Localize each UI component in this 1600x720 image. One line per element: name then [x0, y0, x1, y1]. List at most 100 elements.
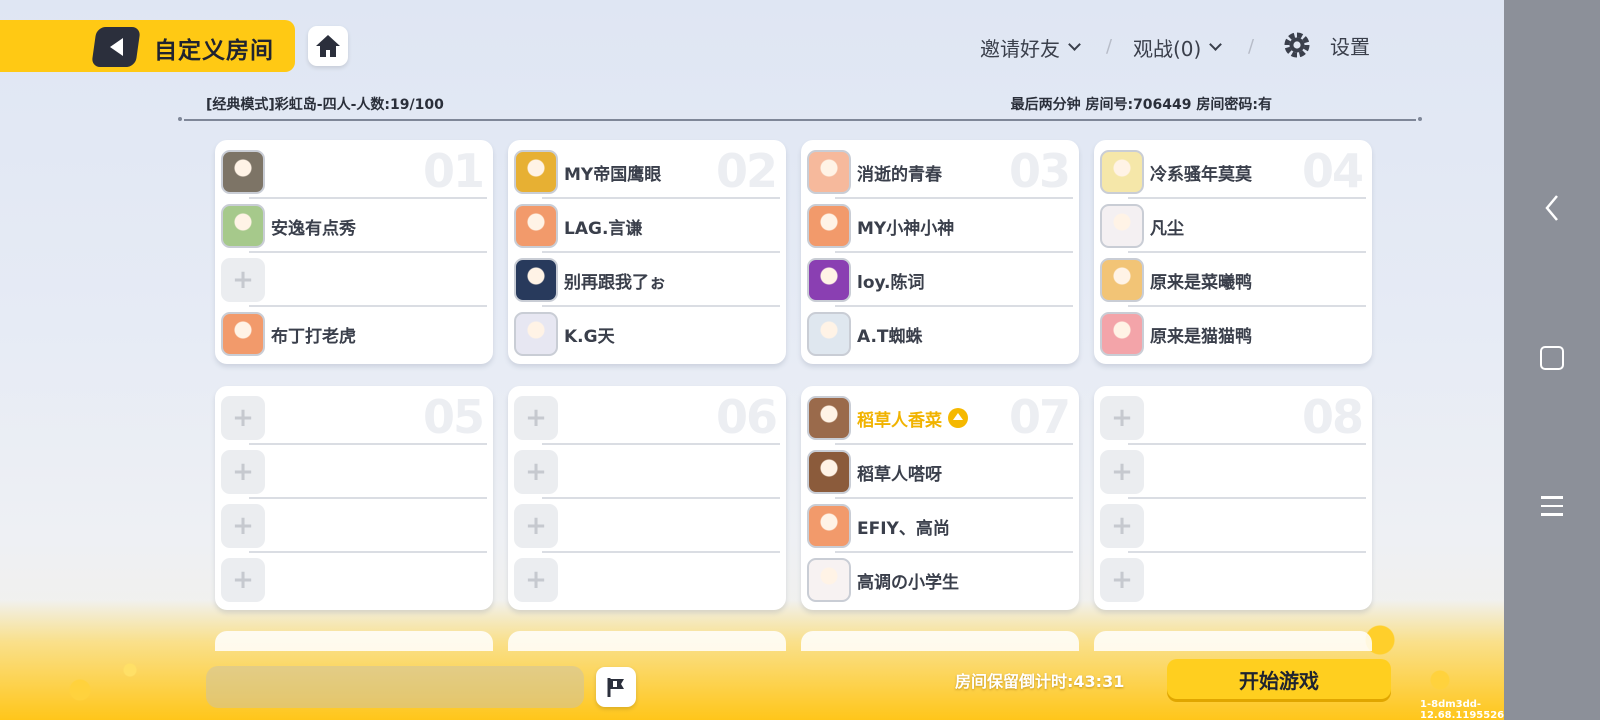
empty-slot[interactable]: +: [514, 394, 780, 442]
empty-slot[interactable]: +: [1100, 556, 1366, 604]
slot-divider: [542, 551, 780, 553]
player-avatar: [807, 312, 851, 356]
add-player-icon[interactable]: +: [1100, 396, 1144, 440]
start-game-button[interactable]: 开始游戏: [1167, 659, 1391, 699]
player-name: K.G天: [564, 326, 615, 347]
player-slot[interactable]: 原来是菜曦鸭: [1100, 256, 1366, 304]
slot-divider: [835, 497, 1073, 499]
add-player-icon[interactable]: +: [514, 558, 558, 602]
invite-friends-menu[interactable]: 邀请好友: [980, 33, 1081, 62]
player-slot[interactable]: 凡尘: [1100, 202, 1366, 250]
slot-divider: [249, 551, 487, 553]
empty-slot[interactable]: +: [1100, 502, 1366, 550]
player-slot[interactable]: EFIY、高尚: [807, 502, 1073, 550]
slot-divider: [249, 197, 487, 199]
player-slot[interactable]: 消逝的青春: [807, 148, 1073, 196]
empty-slot[interactable]: +: [221, 502, 487, 550]
empty-slot[interactable]: +: [1100, 448, 1366, 496]
player-name: 稻草人香菜: [857, 410, 942, 431]
add-player-icon[interactable]: +: [1100, 558, 1144, 602]
slot-divider: [249, 251, 487, 253]
back-arrow-icon: [109, 38, 123, 56]
add-player-icon[interactable]: +: [221, 558, 265, 602]
header-divider: [178, 117, 1422, 121]
back-button[interactable]: [91, 27, 141, 67]
player-avatar: [807, 150, 851, 194]
team-card: 04 冷系骚年莫莫 凡尘 原来是菜曦鸭 原来是猫猫鸭: [1094, 140, 1372, 364]
player-avatar: [807, 450, 851, 494]
empty-slot[interactable]: +: [221, 556, 487, 604]
empty-slot[interactable]: +: [514, 502, 780, 550]
add-player-icon[interactable]: +: [1100, 504, 1144, 548]
player-avatar: [1100, 312, 1144, 356]
home-icon: [316, 35, 340, 57]
system-menu-icon[interactable]: [1541, 496, 1563, 516]
player-name: 冷系骚年莫莫: [1150, 164, 1252, 185]
player-name: loy.陈词: [857, 272, 925, 293]
player-avatar: [807, 258, 851, 302]
player-slot[interactable]: 稻草人香菜: [807, 394, 1073, 442]
system-home-icon[interactable]: [1540, 346, 1564, 370]
team-card: 01 安逸有点秀 + 布丁打老虎: [215, 140, 493, 364]
slot-divider: [542, 197, 780, 199]
empty-slot[interactable]: +: [1100, 394, 1366, 442]
spectate-menu[interactable]: 观战(0): [1133, 33, 1223, 62]
empty-slot[interactable]: +: [514, 448, 780, 496]
home-button[interactable]: [308, 26, 348, 66]
slot-divider: [542, 497, 780, 499]
player-slot[interactable]: 冷系骚年莫莫: [1100, 148, 1366, 196]
slot-divider: [835, 443, 1073, 445]
player-slot[interactable]: LAG.言谦: [514, 202, 780, 250]
gear-icon: [1284, 32, 1310, 58]
add-player-icon[interactable]: +: [514, 396, 558, 440]
system-back-icon[interactable]: [1544, 194, 1560, 222]
slot-divider: [542, 443, 780, 445]
add-player-icon[interactable]: +: [221, 396, 265, 440]
player-slot[interactable]: 高调の小学生: [807, 556, 1073, 604]
player-slot[interactable]: 原来是猫猫鸭: [1100, 310, 1366, 358]
slot-divider: [249, 497, 487, 499]
player-slot[interactable]: K.G天: [514, 310, 780, 358]
add-player-icon[interactable]: +: [514, 504, 558, 548]
chat-input[interactable]: [206, 666, 584, 708]
add-player-icon[interactable]: +: [1100, 450, 1144, 494]
player-avatar: [514, 150, 558, 194]
settings-button[interactable]: 设置: [1282, 30, 1370, 60]
empty-slot[interactable]: +: [514, 556, 780, 604]
slot-divider: [542, 251, 780, 253]
player-slot[interactable]: loy.陈词: [807, 256, 1073, 304]
team-card-peek: [508, 631, 786, 651]
player-name: 凡尘: [1150, 218, 1184, 239]
slot-divider: [1128, 305, 1366, 307]
slot-divider: [1128, 251, 1366, 253]
system-nav-bar: [1504, 0, 1600, 720]
player-name: 高调の小学生: [857, 572, 959, 593]
add-player-icon[interactable]: +: [221, 258, 265, 302]
player-slot[interactable]: 稻草人嗒呀: [807, 448, 1073, 496]
player-slot[interactable]: MY小神小神: [807, 202, 1073, 250]
player-slot[interactable]: MY帝国鹰眼: [514, 148, 780, 196]
add-player-icon[interactable]: +: [221, 504, 265, 548]
team-card-peek: [801, 631, 1079, 651]
player-slot[interactable]: 别再跟我了ぉ: [514, 256, 780, 304]
empty-slot[interactable]: +: [221, 448, 487, 496]
empty-slot[interactable]: +: [221, 256, 487, 304]
flag-button[interactable]: [596, 667, 636, 707]
player-avatar: [221, 204, 265, 248]
player-avatar: [807, 504, 851, 548]
player-slot[interactable]: A.T蜘蛛: [807, 310, 1073, 358]
chevron-down-icon: [1209, 38, 1223, 51]
add-player-icon[interactable]: +: [221, 450, 265, 494]
empty-slot[interactable]: +: [221, 394, 487, 442]
player-name: 原来是猫猫鸭: [1150, 326, 1252, 347]
player-slot[interactable]: 安逸有点秀: [221, 202, 487, 250]
player-slot[interactable]: [221, 148, 487, 196]
player-slot[interactable]: 布丁打老虎: [221, 310, 487, 358]
team-card-peek: [1094, 631, 1372, 651]
add-player-icon[interactable]: +: [514, 450, 558, 494]
player-name: MY帝国鹰眼: [564, 164, 662, 185]
room-countdown: 房间保留倒计时:43:31: [955, 672, 1125, 691]
player-avatar: [514, 312, 558, 356]
player-name: 布丁打老虎: [271, 326, 356, 347]
team-card: 02 MY帝国鹰眼 LAG.言谦 别再跟我了ぉ K.G天: [508, 140, 786, 364]
